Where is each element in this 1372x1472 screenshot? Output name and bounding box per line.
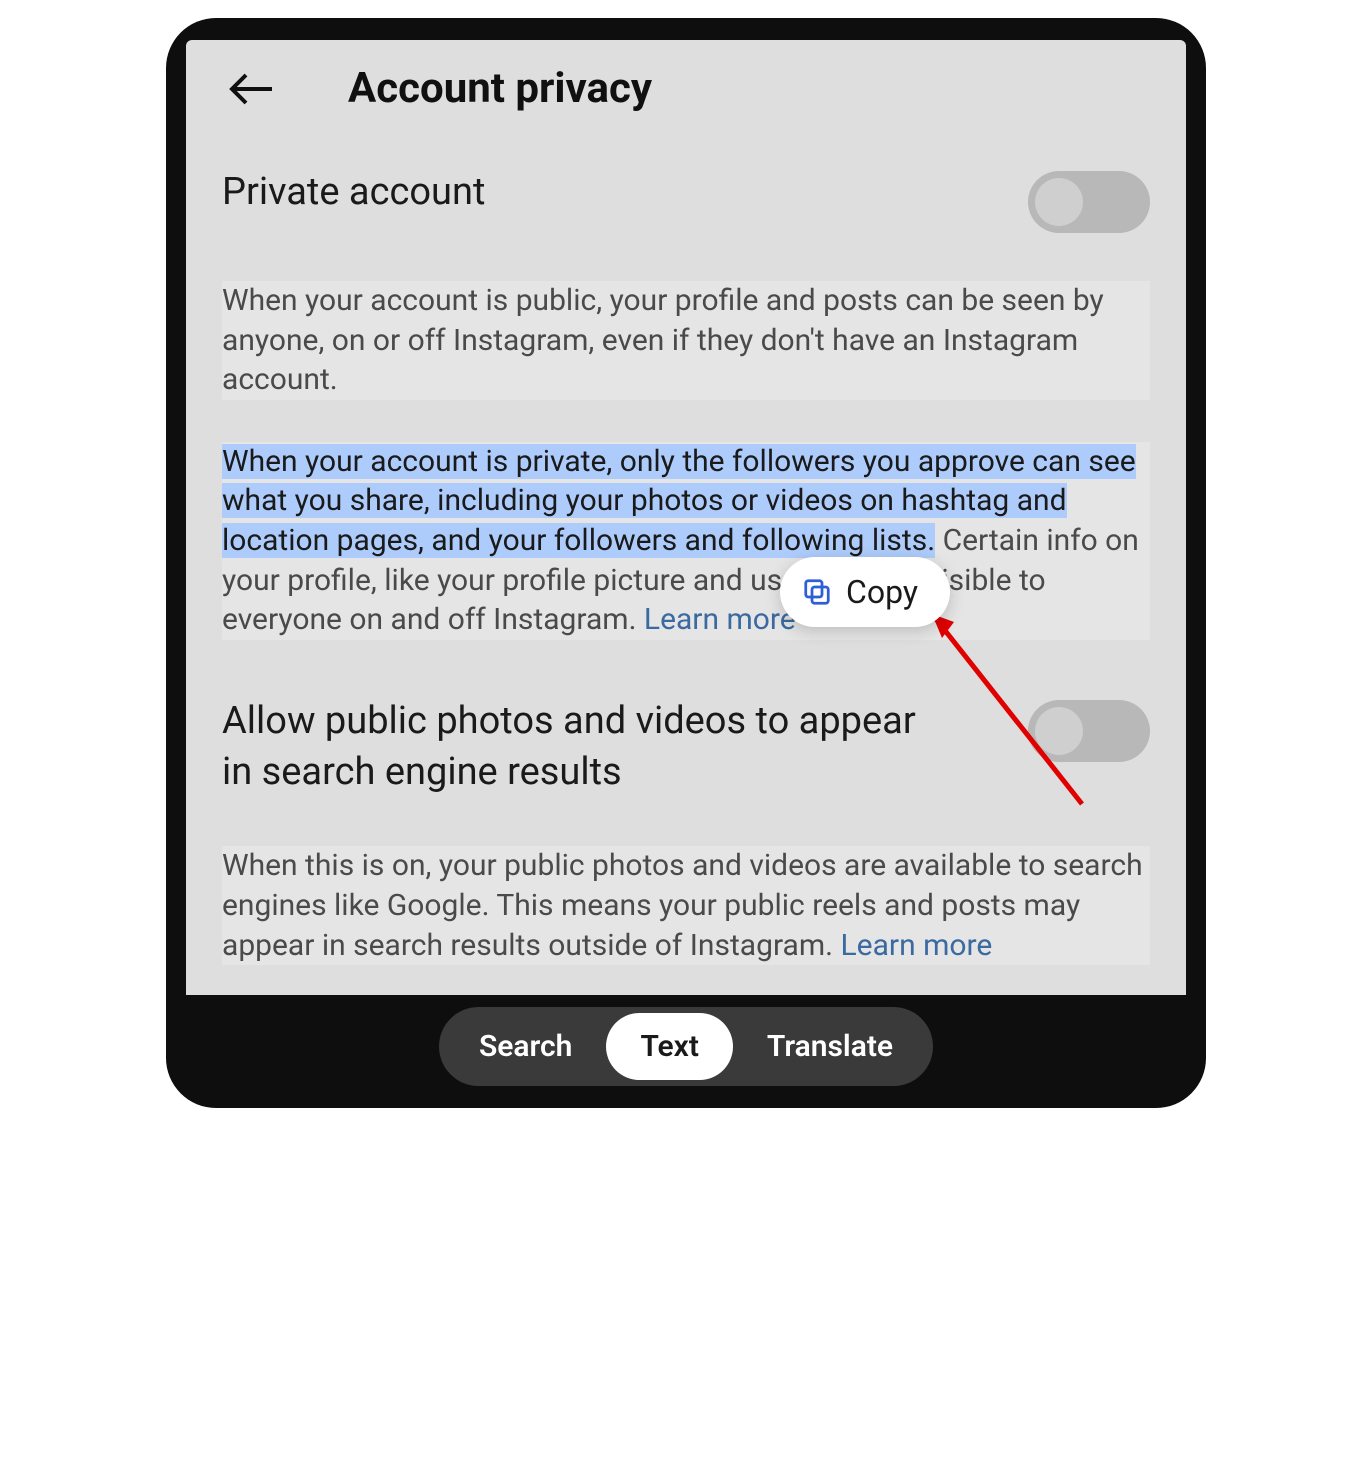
learn-more-link-2[interactable]: Learn more: [841, 928, 993, 963]
private-account-label: Private account: [222, 167, 485, 218]
lens-bottom-bar: Search Text Translate: [166, 1007, 1206, 1086]
header-bar: Account privacy: [186, 40, 1186, 131]
content-area: Private account When your account is pub…: [186, 131, 1186, 965]
tab-translate[interactable]: Translate: [733, 1013, 927, 1080]
copy-label: Copy: [846, 571, 918, 613]
back-arrow-icon[interactable]: [226, 68, 278, 110]
private-account-private-description: When your account is private, only the f…: [222, 442, 1150, 640]
learn-more-link[interactable]: Learn more: [644, 602, 796, 637]
search-engine-row: Allow public photos and videos to appear…: [222, 696, 1150, 799]
mode-pill-group: Search Text Translate: [439, 1007, 933, 1086]
search-engine-description: When this is on, your public photos and …: [222, 846, 1150, 965]
private-account-public-description: When your account is public, your profil…: [222, 281, 1150, 400]
copy-popup[interactable]: Copy: [780, 557, 950, 627]
tab-search[interactable]: Search: [445, 1013, 606, 1080]
search-engine-label: Allow public photos and videos to appear…: [222, 696, 942, 799]
tab-text[interactable]: Text: [606, 1013, 732, 1080]
search-engine-description-text: When this is on, your public photos and …: [222, 848, 1143, 962]
app-screen: Account privacy Private account When you…: [186, 40, 1186, 995]
copy-icon: [802, 577, 832, 607]
page-title: Account privacy: [348, 64, 652, 113]
device-frame: Account privacy Private account When you…: [166, 18, 1206, 1108]
search-engine-toggle[interactable]: [1028, 700, 1150, 762]
private-account-row: Private account: [222, 167, 1150, 233]
private-account-toggle[interactable]: [1028, 171, 1150, 233]
